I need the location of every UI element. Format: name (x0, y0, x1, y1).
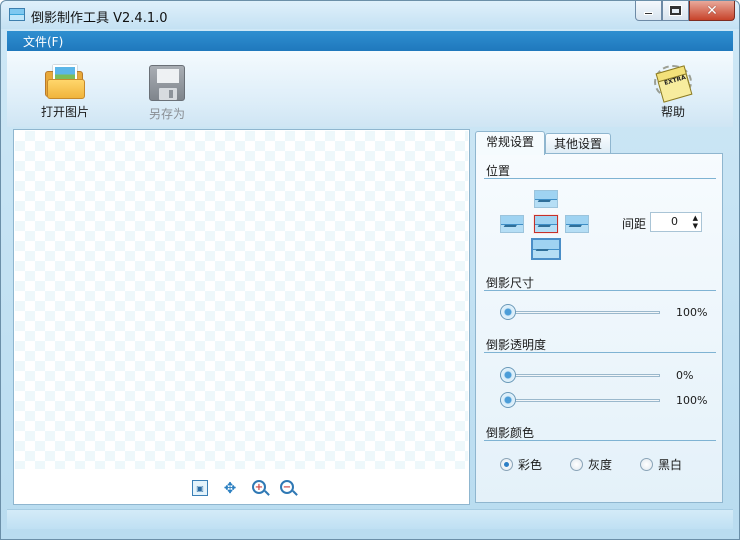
preview-canvas[interactable] (15, 131, 468, 469)
opacity-divider (484, 352, 716, 353)
close-button[interactable]: ✕ (689, 1, 735, 21)
position-bottom-button[interactable] (531, 238, 561, 260)
tab-general[interactable]: 常规设置 (475, 131, 545, 155)
minimize-button[interactable] (635, 1, 662, 21)
color-option-blackwhite[interactable]: 黑白 (640, 456, 682, 473)
open-image-label: 打开图片 (40, 105, 89, 119)
opacity-start-value: 0% (676, 369, 694, 382)
position-right-button[interactable] (565, 215, 589, 233)
color-title: 倒影颜色 (486, 426, 535, 440)
size-slider[interactable] (500, 303, 660, 321)
toolbar: 打开图片 另存为 EXTRA 帮助 (7, 51, 733, 127)
gap-spinner[interactable]: 0 ▲ ▼ (650, 212, 702, 232)
zoom-controls: ▣ ✥ + − (192, 479, 294, 497)
zoom-out-icon[interactable]: − (280, 480, 294, 494)
minimize-icon (644, 12, 653, 15)
title-bar[interactable]: 倒影制作工具 V2.4.1.0 ✕ (1, 1, 739, 29)
app-icon (9, 8, 25, 21)
help-icon: EXTRA (654, 65, 693, 103)
general-settings-body: 位置 间距 0 ▲ ▼ 倒影尺寸 100% 倒影透明度 0% 100% 倒影颜色… (475, 153, 723, 503)
gap-value: 0 (671, 215, 678, 228)
opacity-end-thumb[interactable] (500, 392, 516, 408)
color-option-color[interactable]: 彩色 (500, 456, 542, 473)
help-label: 帮助 (660, 105, 685, 119)
size-slider-thumb[interactable] (500, 304, 516, 320)
window-controls: ✕ (635, 1, 735, 21)
opacity-start-thumb[interactable] (500, 367, 516, 383)
settings-panel: 常规设置 其他设置 位置 间距 0 ▲ ▼ 倒影尺寸 100% 倒影透明度 0%… (475, 129, 727, 505)
color-divider (484, 440, 716, 441)
position-center-button[interactable] (534, 215, 558, 233)
radio-icon[interactable] (640, 458, 654, 471)
opacity-end-value: 100% (676, 394, 708, 407)
app-window: 倒影制作工具 V2.4.1.0 ✕ 文件(F) 打开图片 另存为 EXTRA 帮… (0, 0, 740, 540)
color-option-grayscale[interactable]: 灰度 (570, 456, 612, 473)
opacity-end-slider[interactable] (500, 391, 660, 409)
position-left-button[interactable] (500, 215, 524, 233)
move-icon[interactable]: ✥ (222, 479, 238, 497)
open-image-button[interactable]: 打开图片 (35, 51, 95, 127)
tab-other[interactable]: 其他设置 (545, 133, 611, 155)
position-divider (484, 178, 716, 179)
spinner-arrows-icon[interactable]: ▲ ▼ (693, 214, 698, 230)
opacity-start-slider[interactable] (500, 366, 660, 384)
menu-file[interactable]: 文件(F) (23, 33, 63, 50)
size-value: 100% (676, 306, 708, 319)
folder-open-icon (45, 63, 85, 99)
maximize-button[interactable] (662, 1, 689, 21)
image-preview-panel: ▣ ✥ + − (13, 129, 470, 505)
radio-selected-icon[interactable] (500, 458, 513, 471)
color-radio-group: 彩色 灰度 黑白 (500, 456, 682, 473)
gap-label: 间距 (622, 217, 647, 231)
opacity-title: 倒影透明度 (486, 338, 547, 352)
position-top-button[interactable] (534, 190, 558, 208)
menu-bar: 文件(F) (7, 31, 733, 51)
radio-icon[interactable] (570, 458, 584, 471)
close-icon: ✕ (706, 2, 718, 19)
fit-icon[interactable]: ▣ (192, 480, 208, 496)
floppy-disk-icon (149, 65, 185, 101)
save-as-label: 另存为 (148, 107, 185, 121)
position-title: 位置 (486, 164, 511, 178)
size-title: 倒影尺寸 (486, 276, 535, 290)
maximize-icon (669, 5, 682, 16)
size-divider (484, 290, 716, 291)
help-button[interactable]: EXTRA 帮助 (652, 51, 694, 127)
zoom-in-icon[interactable]: + (252, 480, 266, 494)
window-title: 倒影制作工具 V2.4.1.0 (31, 11, 168, 26)
save-as-button[interactable]: 另存为 (139, 51, 195, 127)
status-bar (7, 509, 733, 529)
